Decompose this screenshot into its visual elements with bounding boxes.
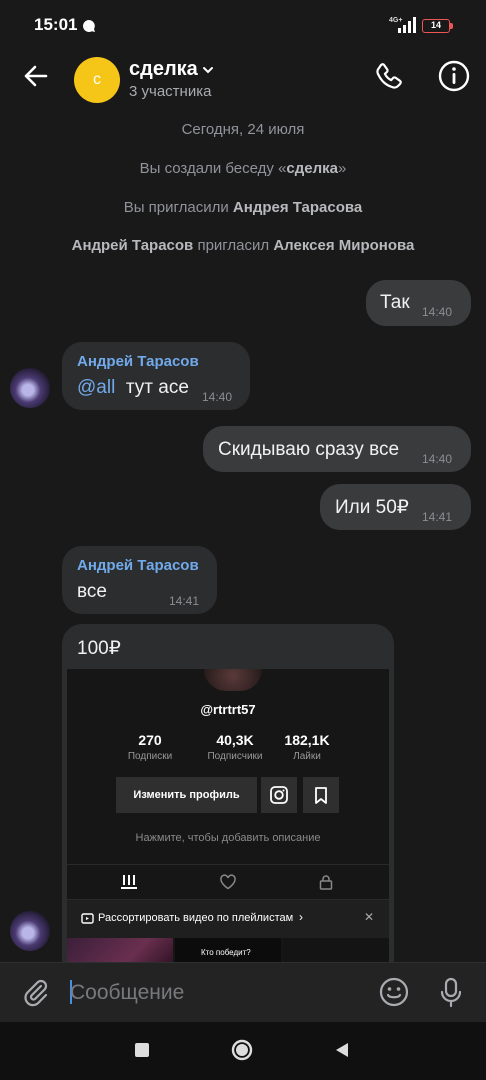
message-text: @all тут асе: [77, 377, 189, 399]
message-time: 14:40: [202, 390, 233, 404]
message-input[interactable]: Сообщение: [70, 981, 184, 1005]
message-body: тут асе: [125, 377, 189, 398]
attached-photo[interactable]: @rtrtrt57 270 Подписки 40,3K Подписчики …: [67, 669, 389, 969]
grid-tab-icon: [121, 875, 137, 889]
sender-name[interactable]: Андрей Тарасов: [77, 557, 199, 574]
user-avatar[interactable]: [10, 368, 50, 408]
service-message-invited: Вы пригласили Андрея Тарасова: [0, 199, 486, 216]
service-user-name[interactable]: Андрея Тарасова: [233, 199, 362, 216]
profile-picture: [204, 669, 262, 691]
recents-icon[interactable]: [135, 1043, 149, 1057]
liked-tab-icon: [220, 874, 236, 890]
home-icon[interactable]: [230, 1038, 254, 1062]
chevron-down-icon[interactable]: [201, 63, 215, 77]
service-message-invited-2: Андрей Тарасов пригласил Алексея Миронов…: [0, 237, 486, 254]
message-time: 14:41: [169, 594, 200, 608]
microphone-icon[interactable]: [436, 976, 466, 1008]
status-time: 15:01: [34, 15, 78, 34]
edit-profile-button: Изменить профиль: [116, 777, 257, 813]
service-text: Вы создали беседу «: [139, 160, 287, 177]
playlist-icon: [81, 913, 94, 924]
stat-label: Лайки: [293, 751, 321, 762]
stat-label: Подписки: [127, 751, 173, 762]
signal-icon: [398, 17, 416, 33]
message-time: 14:41: [422, 510, 453, 524]
chat-title[interactable]: сделка: [129, 58, 198, 81]
divider: [67, 864, 389, 865]
lock-tab-icon: [319, 875, 333, 890]
chat-header: [0, 52, 486, 108]
close-icon: ✕: [364, 910, 375, 924]
paperclip-icon[interactable]: [20, 976, 52, 1008]
message-text: Так: [380, 292, 410, 313]
message-time: 14:40: [422, 305, 453, 319]
playlist-banner: Рассортировать видео по плейлистам › ✕: [67, 900, 389, 938]
service-message-created: Вы создали беседу «сделка»: [0, 160, 486, 177]
group-avatar[interactable]: с: [74, 57, 120, 103]
service-text: Вы пригласили: [123, 199, 233, 216]
bio-hint: Нажмите, чтобы добавить описание: [135, 832, 321, 844]
mention-link[interactable]: @all: [77, 377, 115, 398]
date-separator: Сегодня, 24 июля: [181, 121, 305, 138]
emoji-icon[interactable]: [378, 976, 410, 1008]
battery-tip: [450, 23, 453, 29]
sender-name[interactable]: Андрей Тарасов: [77, 353, 199, 370]
message-text: все: [77, 581, 107, 602]
thumbnail-caption: Кто победит?: [201, 948, 251, 957]
user-avatar[interactable]: [10, 911, 50, 951]
playlist-banner-text: Рассортировать видео по плейлистам: [98, 912, 294, 924]
stat-value: 182,1K: [284, 732, 330, 748]
service-chat-name: сделка: [286, 160, 339, 177]
stat-value: 40,3K: [216, 732, 254, 748]
message-text: Или 50₽: [335, 497, 409, 518]
info-icon[interactable]: [437, 59, 471, 93]
service-user-name[interactable]: Алексея Миронова: [273, 237, 414, 254]
back-arrow-icon[interactable]: [20, 60, 52, 92]
service-text: »: [338, 160, 347, 177]
profile-username: @rtrtrt57: [200, 702, 256, 717]
service-text: пригласил: [193, 237, 274, 254]
phone-icon[interactable]: [372, 60, 406, 94]
stat-value: 270: [138, 732, 162, 748]
instagram-icon: [261, 777, 297, 813]
chat-subtitle[interactable]: 3 участника: [129, 83, 211, 100]
bookmark-icon: [303, 777, 339, 813]
battery-indicator: 14: [422, 19, 450, 33]
back-triangle-icon[interactable]: [334, 1042, 350, 1058]
chat-notification-icon: [83, 20, 95, 32]
chevron-right-icon: ›: [299, 910, 303, 924]
service-user-name[interactable]: Андрей Тарасов: [72, 237, 194, 254]
message-time: 14:40: [422, 452, 453, 466]
stat-label: Подписчики: [207, 751, 263, 762]
message-text: Скидываю сразу все: [218, 439, 400, 460]
message-text: 100₽: [77, 638, 121, 659]
